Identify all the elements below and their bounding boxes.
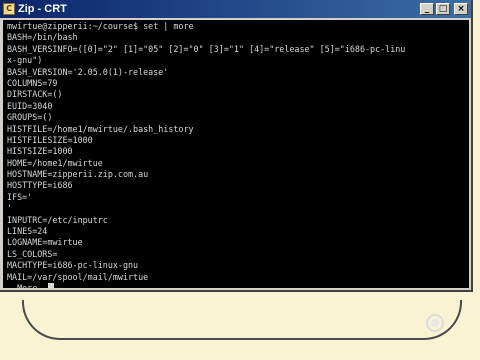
terminal-line: BASH=/bin/bash: [7, 32, 78, 43]
terminal-line: HISTFILE=/home1/mwirtue/.bash_history: [7, 123, 194, 134]
terminal-output[interactable]: mwirtue@zipperii:~/course$ set | more BAS…: [3, 20, 469, 288]
crt-window: C Zip - CRT _ □ × mwirtue@zipperii:~/cou…: [0, 0, 473, 292]
terminal-line: HOSTNAME=zipperii.zip.com.au: [7, 169, 149, 180]
maximize-button[interactable]: □: [436, 3, 450, 15]
decorative-rounded-shape: [22, 300, 462, 340]
watermark-icon: [426, 314, 444, 332]
terminal-cursor: [48, 282, 55, 288]
terminal-line: LS_COLORS=: [7, 248, 58, 259]
terminal-line: mwirtue@zipperii:~/course$ set | more: [7, 21, 194, 31]
terminal-line: BASH_VERSINFO=([0]="2" [1]="05" [2]="0" …: [7, 43, 406, 54]
terminal-line: HOME=/home1/mwirtue: [7, 157, 103, 168]
terminal-line: MAIL=/var/spool/mail/mwirtue: [7, 271, 149, 282]
terminal-line: HISTFILESIZE=1000: [7, 134, 93, 145]
terminal-line: IFS=': [7, 191, 33, 202]
terminal-line: HOSTTYPE=i686: [7, 180, 73, 191]
terminal-line: INPUTRC=/etc/inputrc: [7, 214, 108, 225]
terminal-line: GROUPS=(): [7, 112, 53, 123]
title-bar[interactable]: C Zip - CRT _ □ ×: [0, 0, 471, 18]
minimize-button[interactable]: _: [420, 3, 434, 15]
terminal-line: LINES=24: [7, 226, 48, 237]
terminal-line: ': [7, 203, 13, 214]
crt-app-icon[interactable]: C: [3, 3, 15, 15]
terminal-line: MACHTYPE=i686-pc-linux-gnu: [7, 260, 139, 271]
terminal-line: COLUMNS=79: [7, 77, 58, 88]
close-button[interactable]: ×: [454, 3, 468, 15]
terminal-line: BASH_VERSION='2.05.0(1)-release': [7, 66, 169, 77]
terminal-line: --More--: [7, 282, 469, 288]
terminal-line: DIRSTACK=(): [7, 89, 63, 100]
terminal-line: HISTSIZE=1000: [7, 146, 73, 157]
terminal-line: x-gnu"): [7, 55, 43, 66]
terminal-line: LOGNAME=mwirtue: [7, 237, 83, 248]
terminal-line: EUID=3040: [7, 100, 53, 111]
terminal-lines: mwirtue@zipperii:~/course$ set | more BAS…: [3, 20, 469, 288]
window-title: Zip - CRT: [18, 3, 67, 15]
